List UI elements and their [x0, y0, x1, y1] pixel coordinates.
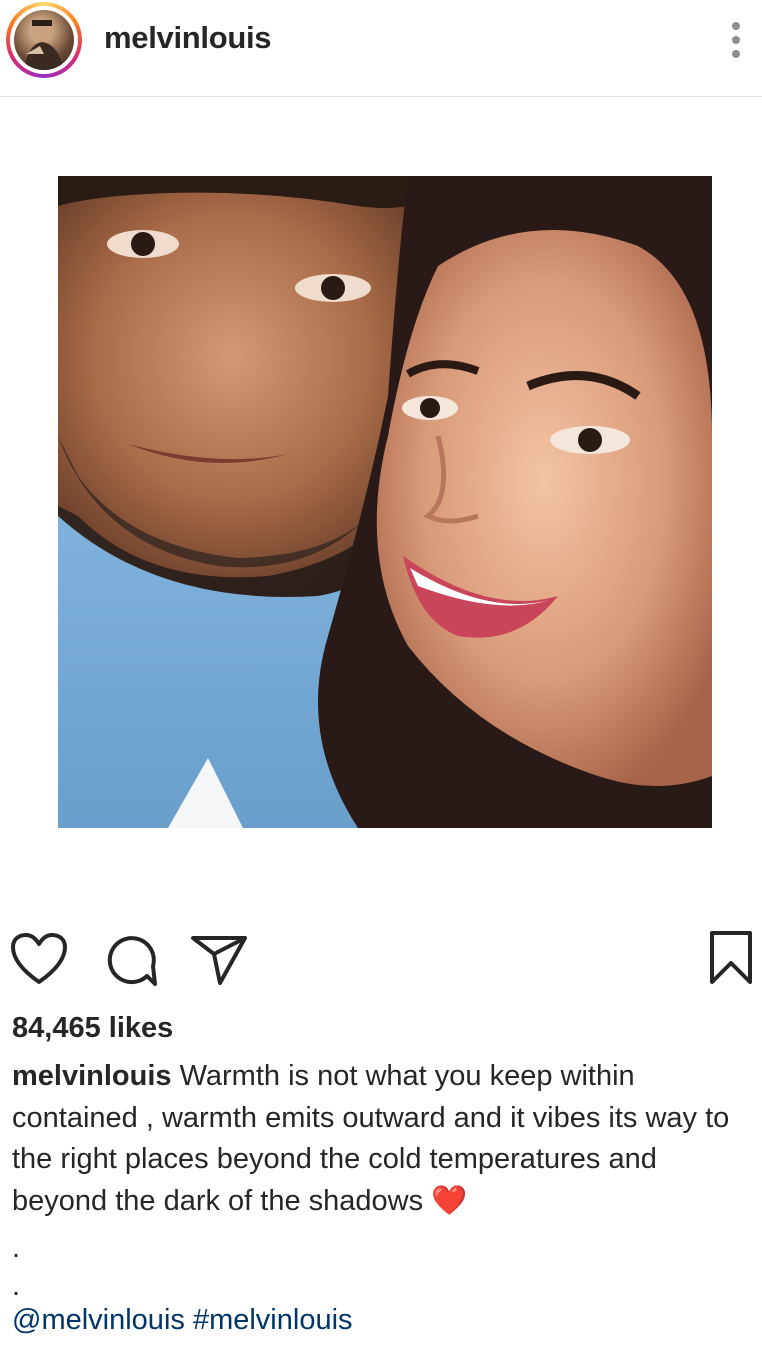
avatar-image — [14, 10, 74, 70]
post-photo[interactable] — [58, 176, 712, 828]
profile-avatar[interactable] — [6, 2, 82, 78]
send-icon[interactable] — [190, 934, 248, 986]
caption-dot: . — [12, 1232, 21, 1264]
caption-tags: @melvinlouis #melvinlouis — [12, 1304, 353, 1337]
heart-icon[interactable] — [10, 932, 68, 986]
hashtag-link[interactable]: #melvinlouis — [193, 1304, 353, 1336]
mention-link[interactable]: @melvinlouis — [12, 1304, 185, 1336]
post-media-area — [0, 98, 762, 908]
more-options-icon[interactable] — [722, 20, 750, 60]
post-header: melvinlouis — [0, 0, 762, 97]
comment-icon[interactable] — [102, 932, 158, 988]
caption-dot: . — [12, 1270, 21, 1302]
heart-emoji-icon: ❤️ — [431, 1184, 468, 1217]
header-username[interactable]: melvinlouis — [104, 20, 272, 56]
post-actions — [0, 926, 762, 990]
caption-username[interactable]: melvinlouis — [12, 1060, 172, 1092]
likes-count[interactable]: 84,465 likes — [12, 1012, 173, 1045]
bookmark-icon[interactable] — [708, 930, 754, 986]
post-caption: melvinlouis Warmth is not what you keep … — [12, 1056, 757, 1222]
